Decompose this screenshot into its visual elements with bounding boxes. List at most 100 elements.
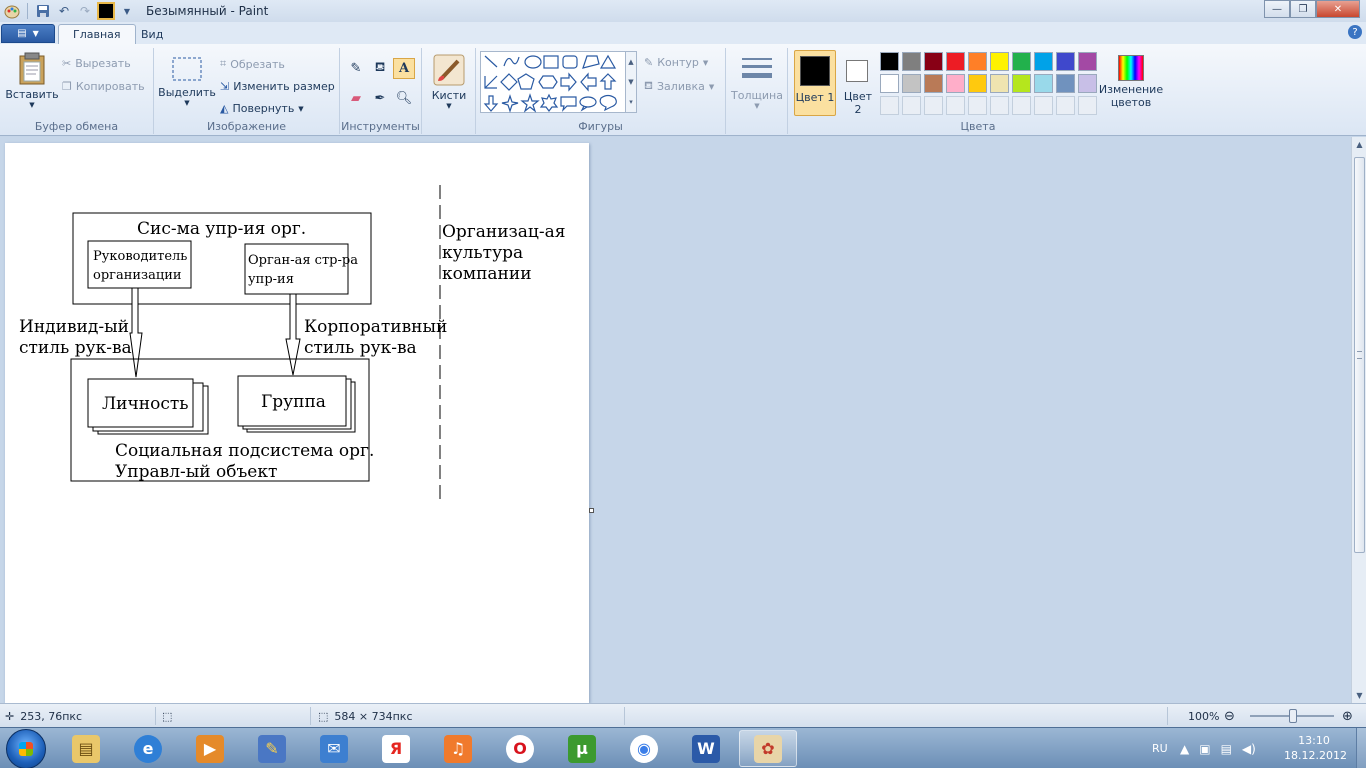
rotate-button[interactable]: ◭ Повернуть ▼ xyxy=(220,102,304,115)
palette-swatch[interactable] xyxy=(1034,52,1053,71)
tab-home[interactable]: Главная xyxy=(58,24,136,44)
custom-color-slot[interactable] xyxy=(1034,96,1053,115)
palette-swatch[interactable] xyxy=(1078,74,1097,93)
chevron-down-icon: ▼ xyxy=(29,101,35,109)
person-label: Личность xyxy=(102,394,189,414)
palette-swatch[interactable] xyxy=(990,52,1009,71)
scroll-down-icon[interactable]: ▼ xyxy=(1352,688,1366,703)
zoom-out-icon[interactable]: ⊖ xyxy=(1224,704,1235,728)
language-indicator[interactable]: RU xyxy=(1152,728,1168,768)
start-button[interactable] xyxy=(6,729,46,768)
resize-button[interactable]: ⇲ Изменить размер xyxy=(220,80,335,93)
copy-button[interactable]: ❐ Копировать xyxy=(62,80,145,93)
save-icon[interactable] xyxy=(34,2,52,20)
shapes-gallery-scroll[interactable]: ▲ ▼ ▾ xyxy=(625,51,637,113)
redo-icon[interactable]: ↷ xyxy=(76,2,94,20)
palette-swatch[interactable] xyxy=(880,52,899,71)
custom-color-slot[interactable] xyxy=(968,96,987,115)
color-picker-icon[interactable]: ✒ xyxy=(369,88,391,109)
eraser-icon[interactable]: ▰ xyxy=(345,88,367,109)
palette-swatch[interactable] xyxy=(880,74,899,93)
palette-swatch[interactable] xyxy=(1056,74,1075,93)
edit-colors-button[interactable]: Изменение цветов xyxy=(1098,52,1164,118)
color1-button[interactable]: Цвет 1 xyxy=(794,50,836,116)
palette-swatch[interactable] xyxy=(1078,52,1097,71)
fill-bucket-icon[interactable]: ⛾ xyxy=(369,58,391,79)
scroll-up-icon[interactable]: ▲ xyxy=(1352,137,1366,152)
clock[interactable]: 13:10 18.12.2012 xyxy=(1284,733,1347,763)
status-bar: ✛ 253, 76пкс ⬚ ⬚ 584 × 734пкс 100% ⊖ ⊕ xyxy=(0,703,1366,727)
taskbar-media-center[interactable]: ▶ xyxy=(181,730,239,767)
palette-swatch[interactable] xyxy=(924,52,943,71)
canvas[interactable]: Сис-ма упр-ия орг. Руководитель организа… xyxy=(5,143,589,703)
zoom-in-icon[interactable]: ⊕ xyxy=(1342,704,1353,728)
taskbar-mail[interactable]: ✉ xyxy=(305,730,363,767)
color2-button[interactable]: Цвет 2 xyxy=(840,50,876,116)
palette-swatch[interactable] xyxy=(990,74,1009,93)
taskbar-paint[interactable]: ✿ xyxy=(739,730,797,767)
paint-app-icon[interactable] xyxy=(3,2,21,20)
brushes-button[interactable]: Кисти ▼ xyxy=(428,54,470,110)
network-icon[interactable]: ▤ xyxy=(1221,742,1232,756)
volume-icon[interactable]: ◀) xyxy=(1242,742,1256,756)
palette-swatch[interactable] xyxy=(946,74,965,93)
custom-color-slot[interactable] xyxy=(1012,96,1031,115)
custom-color-slot[interactable] xyxy=(880,96,899,115)
palette-swatch[interactable] xyxy=(968,74,987,93)
palette-swatch[interactable] xyxy=(902,52,921,71)
taskbar-explorer[interactable]: ▤ xyxy=(57,730,115,767)
custom-color-slot[interactable] xyxy=(990,96,1009,115)
scroll-thumb[interactable] xyxy=(1354,157,1365,553)
customize-qat-icon[interactable]: ▼ xyxy=(118,2,136,20)
custom-color-slot[interactable] xyxy=(1056,96,1075,115)
minimize-button[interactable]: — xyxy=(1264,0,1290,18)
canvas-resize-handle[interactable] xyxy=(589,508,594,513)
palette-swatch[interactable] xyxy=(1056,52,1075,71)
taskbar-music[interactable]: ♫ xyxy=(429,730,487,767)
undo-icon[interactable]: ↶ xyxy=(55,2,73,20)
word-icon: W xyxy=(692,734,720,763)
pencil-icon[interactable]: ✎ xyxy=(345,58,367,79)
magnifier-icon[interactable]: 🔍︎ xyxy=(393,88,415,109)
paste-button[interactable]: Вставить ▼ xyxy=(5,52,59,109)
custom-color-slot[interactable] xyxy=(1078,96,1097,115)
palette-swatch[interactable] xyxy=(1012,52,1031,71)
current-color-icon[interactable] xyxy=(97,2,115,20)
palette-swatch[interactable] xyxy=(902,74,921,93)
custom-color-slot[interactable] xyxy=(946,96,965,115)
cut-button[interactable]: ✂ Вырезать xyxy=(62,57,131,70)
palette-swatch[interactable] xyxy=(968,52,987,71)
palette-swatch[interactable] xyxy=(946,52,965,71)
fill-button[interactable]: ⛾ Заливка ▼ xyxy=(644,79,714,94)
help-icon[interactable]: ? xyxy=(1348,25,1362,39)
custom-color-slot[interactable] xyxy=(924,96,943,115)
paint-menu-button[interactable]: ▤ ▼ xyxy=(1,24,55,43)
tab-view[interactable]: Вид xyxy=(127,24,177,44)
size-button[interactable]: Толщина ▼ xyxy=(731,54,783,110)
tray-app-icon[interactable]: ▣ xyxy=(1199,742,1210,756)
right-label-line1: Корпоративный xyxy=(304,317,447,337)
taskbar-program[interactable]: ✎ xyxy=(243,730,301,767)
taskbar-yandex[interactable]: Я xyxy=(367,730,425,767)
taskbar-opera[interactable]: O xyxy=(491,730,549,767)
outline-button[interactable]: ✎ Контур ▼ xyxy=(644,56,708,69)
taskbar-word[interactable]: W xyxy=(677,730,735,767)
select-button[interactable]: Выделить ▼ xyxy=(158,56,216,107)
close-button[interactable]: ✕ xyxy=(1316,0,1360,18)
palette-swatch[interactable] xyxy=(1034,74,1053,93)
palette-swatch[interactable] xyxy=(1012,74,1031,93)
tray-expand-icon[interactable]: ▲ xyxy=(1180,742,1189,756)
paste-label: Вставить xyxy=(5,88,59,101)
taskbar-chrome[interactable]: ◉ xyxy=(615,730,673,767)
vertical-scrollbar[interactable]: ▲ ▼ xyxy=(1351,137,1366,703)
show-desktop-button[interactable] xyxy=(1356,728,1366,768)
zoom-slider-thumb[interactable] xyxy=(1289,709,1297,723)
custom-color-slot[interactable] xyxy=(902,96,921,115)
brushes-group: Кисти ▼ xyxy=(422,48,476,134)
maximize-button[interactable]: ❐ xyxy=(1290,0,1316,18)
crop-button[interactable]: ⌗ Обрезать xyxy=(220,57,285,71)
taskbar-utorrent[interactable]: µ xyxy=(553,730,611,767)
palette-swatch[interactable] xyxy=(924,74,943,93)
taskbar-internet-explorer[interactable]: e xyxy=(119,730,177,767)
text-tool-icon[interactable]: A xyxy=(393,58,415,79)
